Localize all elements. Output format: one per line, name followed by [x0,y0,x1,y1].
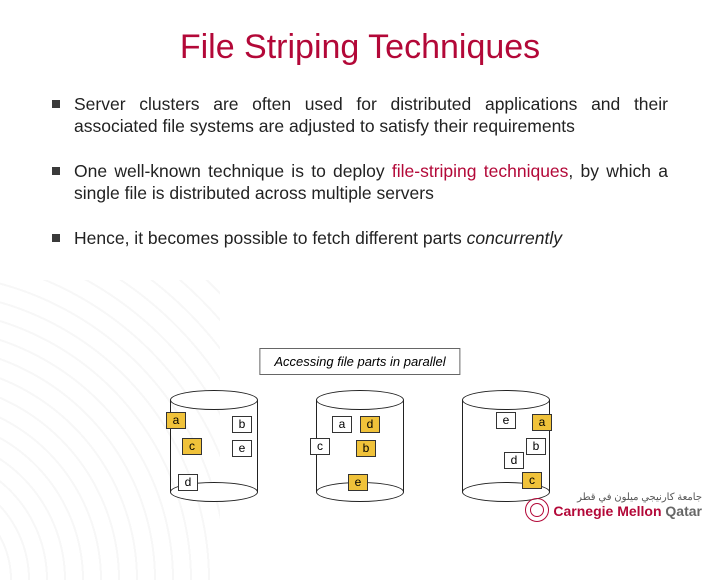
block-c: c [522,472,542,489]
emphasis-text: concurrently [467,228,562,248]
brand-main: Carnegie Mellon [553,503,661,519]
block-a: a [332,416,352,433]
logo-seal-icon [525,498,549,522]
bullet-3: Hence, it becomes possible to fetch diff… [52,227,668,249]
cylinder-top [316,390,404,410]
cylinder-top [462,390,550,410]
bullet-text: Server clusters are often used for distr… [74,93,668,138]
bullet-text: One well-known technique is to deploy fi… [74,160,668,205]
block-e: e [496,412,516,429]
bullet-2: One well-known technique is to deploy fi… [52,160,668,205]
brand-sub: Qatar [665,503,702,519]
cylinder-1: a b c e d [170,390,258,502]
bullet-marker [52,100,60,108]
logo-arabic-text: جامعة كارنيجي ميلون في قطر [527,492,702,503]
bullet-marker [52,234,60,242]
bullet-1: Server clusters are often used for distr… [52,93,668,138]
block-d: d [360,416,380,433]
cylinder-3: e a b d c [462,390,550,502]
block-e: e [232,440,252,457]
cylinder-2: a d c b e [316,390,404,502]
text-fragment: Hence, it becomes possible to fetch diff… [74,228,467,248]
text-fragment: One well-known technique is to deploy [74,161,392,181]
block-a: a [166,412,186,429]
footer-logo: جامعة كارنيجي ميلون في قطر Carnegie Mell… [527,492,702,530]
cylinder-top [170,390,258,410]
cylinder-row: a b c e d a d c b e e a b d c [170,390,550,502]
block-c: c [182,438,202,455]
page-title: File Striping Techniques [0,0,720,67]
block-d: d [504,452,524,469]
block-e: e [348,474,368,491]
block-a: a [532,414,552,431]
block-b: b [356,440,376,457]
block-c: c [310,438,330,455]
block-b: b [232,416,252,433]
block-d: d [178,474,198,491]
diagram-caption: Accessing file parts in parallel [259,348,460,375]
bullet-marker [52,167,60,175]
logo-brand-text: Carnegie Mellon Qatar [527,503,702,519]
content-area: Server clusters are often used for distr… [0,67,720,249]
block-b: b [526,438,546,455]
highlight-text: file-striping techniques [392,161,569,181]
bullet-text: Hence, it becomes possible to fetch diff… [74,227,562,249]
